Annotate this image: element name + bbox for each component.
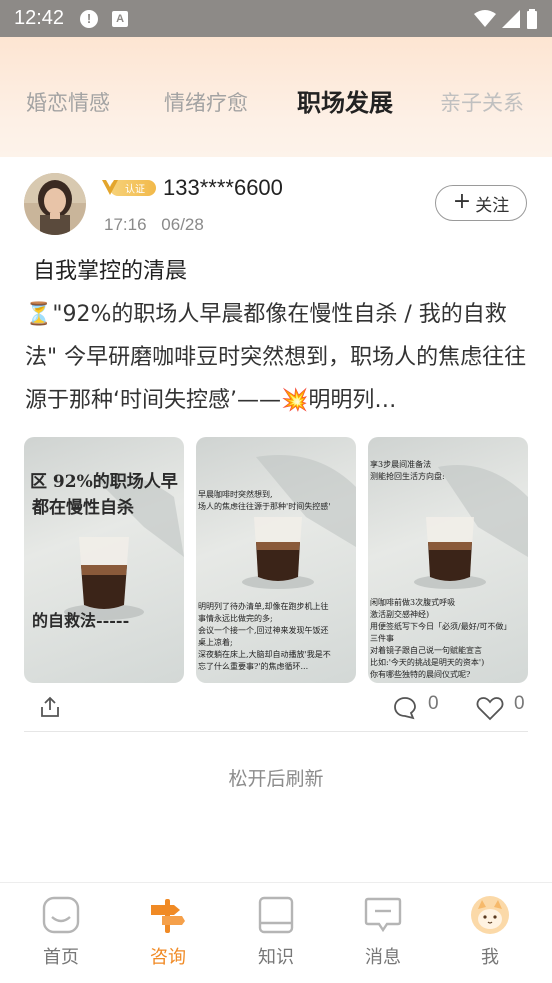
nav-consult[interactable]: 咨询 [128, 883, 208, 983]
image-text-line: 忘了什么重要事?'的焦虑循环... [198, 662, 309, 671]
image-text-line: 三件事 [370, 634, 394, 643]
battery-icon [527, 8, 537, 29]
image-text-line: 你有哪些独特的晨间仪式呢? [370, 670, 471, 679]
post-image-3[interactable]: 享3步晨间准备法 测能抢回生活方向盘: 闲咖啡前做3次腹式呼吸 激活副交感神经)… [368, 437, 528, 683]
nav-me[interactable]: 我 [450, 883, 530, 983]
tab-career-development[interactable]: 职场发展 [297, 85, 393, 121]
nav-home[interactable]: 首页 [21, 883, 101, 983]
follow-button[interactable]: + 关注 [435, 185, 527, 221]
category-header: 婚恋情感 情绪疗愈 职场发展 亲子关系 [0, 37, 552, 157]
tab-parent-child[interactable]: 亲子关系 [440, 85, 524, 121]
username[interactable]: 133****6600 [163, 175, 283, 201]
image-text-line: 区 92%的职场人早 [30, 472, 178, 492]
post-action-bar: 0 0 [24, 687, 528, 729]
avatar[interactable] [24, 173, 86, 235]
category-tabs: 婚恋情感 情绪疗愈 职场发展 亲子关系 [0, 85, 552, 125]
heart-icon[interactable] [476, 695, 504, 721]
tab-emotional-healing[interactable]: 情绪疗愈 [164, 85, 248, 121]
nav-messages-label: 消息 [365, 947, 401, 968]
image-text-line: 会议一个接一个,回过神来发现午饭还 [198, 626, 329, 635]
follow-label: 关注 [475, 195, 510, 216]
status-bar: 12:42 ! A [0, 0, 552, 37]
nav-knowledge[interactable]: 知识 [236, 883, 316, 983]
share-icon[interactable] [38, 695, 62, 719]
image-text-line: 测能抢回生活方向盘: [370, 472, 445, 481]
image-text-line: 享3步晨间准备法 [370, 460, 432, 469]
pull-refresh-hint: 松开后刷新 [228, 768, 324, 790]
message-icon [364, 897, 402, 933]
svg-text:认证: 认证 [125, 183, 145, 196]
post-body[interactable]: ⏳"92%的职场人早晨都像在慢性自杀 / 我的自救法" 今早研磨咖啡豆时突然想到… [25, 293, 527, 422]
post-title[interactable]: 自我掌控的清晨 [33, 253, 187, 285]
signal-icon [502, 9, 520, 28]
image-text-line: 都在慢性自杀 [32, 498, 134, 518]
image-text-line: 激活副交感神经) [370, 610, 430, 619]
book-icon [258, 896, 294, 934]
image-text-line: 比如:'今天的挑战是明天的资本') [370, 658, 485, 667]
wifi-icon [474, 9, 496, 27]
image-text-line: 明明列了待办清单,却像在跑步机上往 [198, 602, 329, 611]
verified-badge: 认证 [102, 177, 158, 199]
image-text-line: 的自救法----- [32, 611, 130, 630]
nav-knowledge-label: 知识 [258, 947, 294, 968]
nav-consult-label: 咨询 [150, 947, 186, 968]
image-text-line: 早晨咖啡时突然想到, [198, 490, 273, 499]
comment-icon[interactable] [392, 695, 418, 721]
nav-messages[interactable]: 消息 [343, 883, 423, 983]
image-text-line: 事情永远比做完的多; [198, 614, 273, 623]
app-notification-icon: A [112, 10, 129, 27]
image-text-line: 闲咖啡前做3次腹式呼吸 [370, 598, 456, 607]
profile-avatar-icon [471, 896, 509, 934]
signpost-icon [151, 899, 185, 933]
bottom-navigation: 首页 咨询 知识 消息 我 [0, 882, 552, 983]
image-text-line: 场人的焦虑往往源于那种'时间失控感' [198, 502, 331, 511]
nav-home-label: 首页 [43, 947, 79, 968]
image-text-line: 桌上凉着; [198, 638, 233, 647]
image-text-line: 用便签纸写下今日「必须/最好/可不做」 [370, 622, 512, 631]
post-image-2[interactable]: 早晨咖啡时突然想到, 场人的焦虑往往源于那种'时间失控感' 明明列了待办清单,却… [196, 437, 356, 683]
post-images: 区 92%的职场人早 都在慢性自杀 的自救法----- 早晨咖啡时突然想到, 场… [24, 437, 528, 683]
post-date: 06/28 [161, 215, 204, 234]
home-icon [42, 896, 80, 934]
status-time: 12:42 [14, 7, 65, 29]
post-image-1[interactable]: 区 92%的职场人早 都在慢性自杀 的自救法----- [24, 437, 184, 683]
like-count: 0 [514, 693, 525, 714]
nav-me-label: 我 [481, 947, 499, 968]
image-text-line: 对着镜子跟自己说一句赋能宣言 [370, 646, 482, 655]
comment-count: 0 [428, 693, 439, 714]
image-text-line: 深夜躺在床上,大脑却自动播放'我是不 [198, 650, 331, 659]
tab-marriage-emotion[interactable]: 婚恋情感 [26, 85, 110, 121]
post-card[interactable]: 认证 133****6600 17:16 06/28 + 关注 自我掌控的清晨 … [0, 157, 552, 882]
divider [24, 731, 528, 732]
plus-icon: + [452, 189, 472, 214]
post-timestamp: 17:16 06/28 [104, 215, 204, 235]
post-time: 17:16 [104, 215, 147, 234]
alert-circle-icon: ! [80, 9, 99, 28]
